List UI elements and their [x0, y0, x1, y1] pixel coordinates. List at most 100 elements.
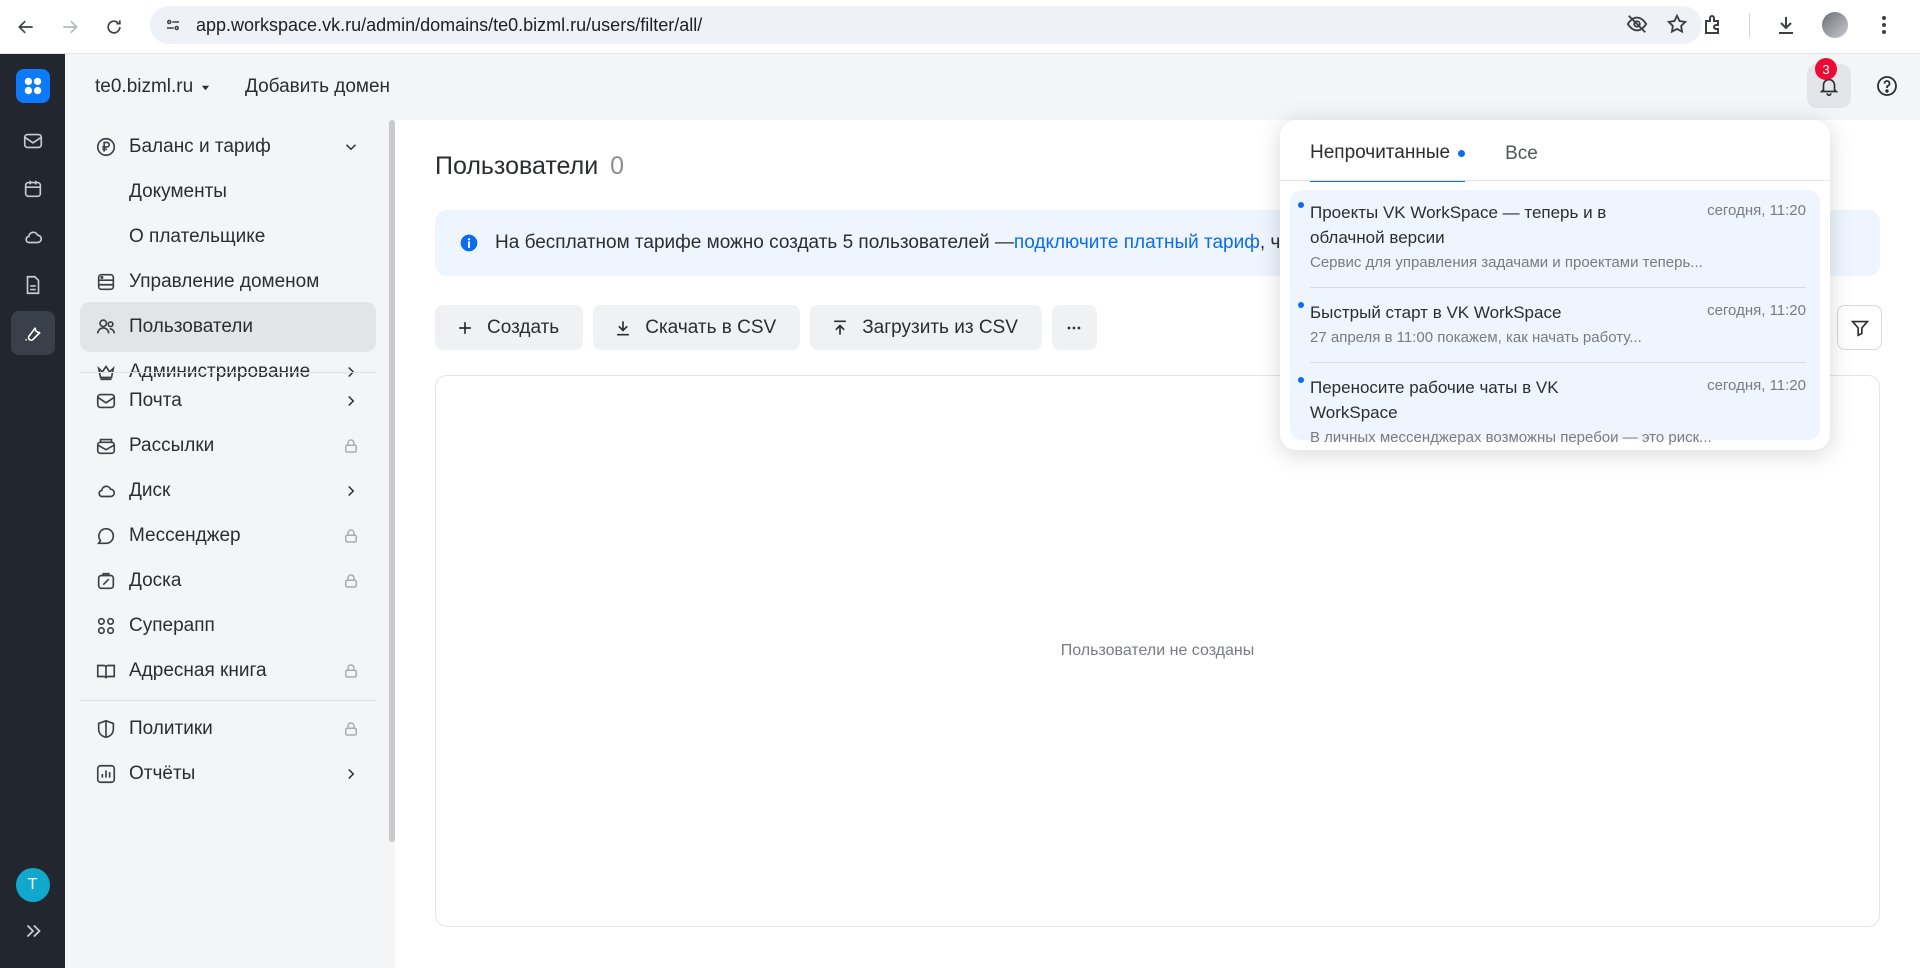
notification-item[interactable]: Быстрый старт в VK WorkSpace сегодня, 11…: [1298, 300, 1806, 346]
back-button[interactable]: [8, 9, 44, 45]
shield-icon: [95, 718, 117, 740]
notification-title: Проекты VK WorkSpace — теперь и в облачн…: [1310, 203, 1607, 247]
rail-calendar[interactable]: [11, 167, 55, 211]
unread-dot: [1298, 302, 1304, 308]
sidebar-item-label: Пользователи: [129, 316, 254, 337]
arrow-right-icon: [63, 20, 78, 33]
cloud-icon: [95, 480, 117, 502]
apps-icon: [95, 615, 117, 637]
sidebar-item-superapp[interactable]: Суперапп: [80, 601, 376, 651]
extensions-icon[interactable]: [1701, 13, 1725, 37]
more-actions-button[interactable]: [1051, 305, 1097, 350]
workspace-logo-icon: [24, 77, 41, 95]
app-header: te0.bizml.ru Добавить домен 3: [65, 54, 1920, 120]
vk-workspace-logo[interactable]: [15, 69, 50, 103]
chat-icon: [95, 525, 117, 547]
notification-item[interactable]: Переносите рабочие чаты в VK WorkSpace с…: [1298, 375, 1806, 446]
sidebar-item-documents[interactable]: Документы: [80, 167, 376, 217]
mail-icon: [23, 133, 42, 149]
empty-state-text: Пользователи не созданы: [1060, 642, 1255, 659]
filter-icon: [1850, 320, 1869, 337]
server-icon: [95, 271, 117, 293]
sidebar-item-label: Диск: [129, 480, 171, 501]
sidebar-item-label: Суперапп: [129, 615, 215, 636]
sidebar-divider: [80, 372, 376, 373]
eye-off-icon[interactable]: [1626, 13, 1648, 35]
help-icon: [1877, 76, 1897, 96]
more-vertical-icon[interactable]: [1872, 13, 1896, 37]
notification-time: сегодня, 11:20: [1707, 377, 1806, 394]
app-rail: T: [0, 54, 65, 968]
arrow-left-icon: [18, 20, 33, 33]
notifications-tabs: Непрочитанные Все: [1310, 142, 1538, 182]
sidebar-item-label: Документы: [129, 181, 227, 202]
info-icon: [459, 233, 479, 253]
help-button[interactable]: [1865, 64, 1909, 108]
notification-item[interactable]: Проекты VK WorkSpace — теперь и в облачн…: [1298, 200, 1806, 271]
tab-all[interactable]: Все: [1505, 142, 1538, 182]
sidebar-item-payer[interactable]: О плательщике: [80, 212, 376, 262]
paid-plan-link[interactable]: подключите платный тариф: [1014, 232, 1260, 254]
url-text: app.workspace.vk.ru/admin/domains/te0.bi…: [196, 14, 703, 35]
sidebar-item-balance[interactable]: Баланс и тариф: [80, 122, 376, 172]
notification-text: В личных мессенджерах возможны перебои —…: [1310, 429, 1712, 446]
sidebar-item-mail[interactable]: Почта: [80, 376, 376, 426]
add-domain-link[interactable]: Добавить домен: [245, 76, 390, 98]
create-user-button[interactable]: Создать: [435, 305, 584, 350]
chevron-right-icon: [342, 765, 360, 783]
document-icon: [26, 275, 39, 295]
page-title-text: Пользователи: [435, 152, 599, 180]
sidebar-item-label: Отчёты: [129, 763, 196, 784]
notification-title: Переносите рабочие чаты в VK WorkSpace: [1310, 378, 1559, 422]
caret-down-icon: [202, 85, 210, 90]
sidebar-item-label: Мессенджер: [129, 525, 241, 546]
sidebar-item-board[interactable]: Доска: [80, 556, 376, 606]
user-avatar[interactable]: T: [15, 868, 50, 902]
upload-csv-button[interactable]: Загрузить из CSV: [810, 305, 1042, 350]
reload-button[interactable]: [96, 9, 132, 45]
ruble-icon: [95, 136, 117, 158]
rail-documents[interactable]: [11, 263, 55, 307]
sidebar-divider: [80, 700, 376, 701]
reload-icon: [107, 19, 121, 34]
star-icon[interactable]: [1666, 13, 1688, 35]
download-icon[interactable]: [1774, 13, 1798, 37]
plus-icon: [459, 321, 471, 334]
upload-csv-label: Загрузить из CSV: [862, 316, 1018, 338]
sidebar-item-users[interactable]: Пользователи: [80, 302, 376, 352]
rail-cloud[interactable]: [11, 215, 55, 259]
rail-mail[interactable]: [11, 119, 55, 163]
lock-icon: [342, 662, 360, 680]
forward-button[interactable]: [52, 9, 88, 45]
download-csv-button[interactable]: Скачать в CSV: [593, 305, 801, 350]
filter-button[interactable]: [1837, 305, 1882, 350]
tab-unread[interactable]: Непрочитанные: [1310, 142, 1466, 182]
notification-divider: [1310, 362, 1806, 363]
lock-icon: [342, 437, 360, 455]
address-bar[interactable]: app.workspace.vk.ru/admin/domains/te0.bi…: [150, 6, 1702, 44]
sidebar-item-reports[interactable]: Отчёты: [80, 749, 376, 799]
sidebar-item-label: Адресная книга: [129, 660, 267, 681]
sidebar-item-label: Доска: [129, 570, 182, 591]
notifications-dropdown: Непрочитанные Все Проекты VK WorkSpace —…: [1280, 120, 1830, 450]
expand-rail-button[interactable]: [22, 920, 44, 947]
sidebar-item-policies[interactable]: Политики: [80, 704, 376, 754]
notification-badge: 3: [1815, 58, 1837, 80]
sidebar-item-address-book[interactable]: Адресная книга: [80, 646, 376, 696]
unread-indicator: [1458, 149, 1466, 157]
sidebar-item-messenger[interactable]: Мессенджер: [80, 511, 376, 561]
rail-admin[interactable]: [10, 311, 55, 355]
domain-switcher[interactable]: te0.bizml.ru: [95, 76, 210, 98]
notification-text: 27 апреля в 11:00 покажем, как начать ра…: [1310, 329, 1642, 346]
sidebar-item-label: Политики: [129, 718, 213, 739]
sidebar-item-domain-management[interactable]: Управление доменом: [80, 257, 376, 307]
calendar-icon: [24, 180, 41, 198]
lock-icon: [342, 720, 360, 738]
chevrons-right-icon: [26, 924, 41, 938]
browser-profile-avatar[interactable]: [1822, 12, 1848, 38]
site-settings-icon[interactable]: [164, 16, 182, 34]
sidebar-item-disk[interactable]: Диск: [80, 466, 376, 516]
mail-icon: [95, 390, 117, 412]
sidebar-item-label: Управление доменом: [129, 271, 320, 292]
sidebar-item-newsletters[interactable]: Рассылки: [80, 421, 376, 471]
